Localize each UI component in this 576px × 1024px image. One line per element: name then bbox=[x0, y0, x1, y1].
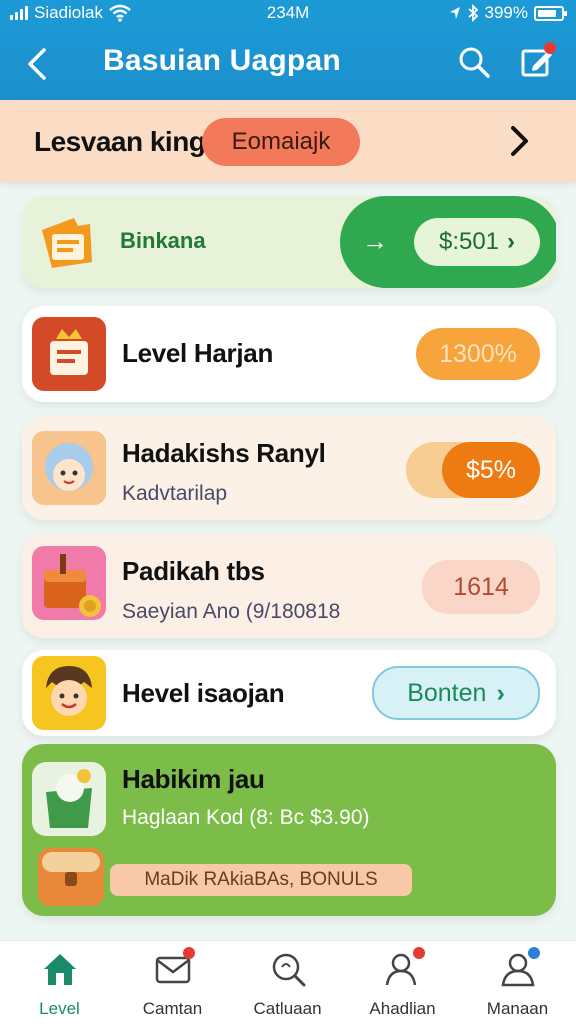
row-subtitle: Kadvtarilap bbox=[122, 482, 228, 505]
tab-label: Ahadlian bbox=[369, 999, 436, 1018]
row-title: Hevel isaojan bbox=[122, 678, 285, 708]
notification-dot bbox=[544, 42, 556, 54]
bottom-nav: Level Camtan Catluaan Ahadlian Manaan bbox=[0, 940, 576, 1024]
bluetooth-icon bbox=[467, 4, 478, 22]
search-icon[interactable] bbox=[456, 44, 492, 80]
tab-catluaan[interactable]: Catluaan bbox=[230, 949, 345, 1021]
battery-percent: 399% bbox=[484, 3, 528, 22]
tab-level[interactable]: Level bbox=[2, 949, 117, 1021]
promo-card[interactable]: Habikim jau Haglaan Kod (8: Bc $3.90) Ma… bbox=[22, 744, 556, 916]
promo-title: Habikim jau bbox=[122, 764, 265, 794]
status-bar: Siadiolak 234M 399% bbox=[0, 0, 576, 26]
edit-button[interactable] bbox=[518, 42, 558, 82]
list-item[interactable]: Hadakishs Ranyl Kadvtarilap $5% bbox=[22, 416, 556, 520]
character-icon bbox=[32, 431, 106, 505]
crown-box-icon bbox=[32, 317, 106, 391]
chevron-right-icon: › bbox=[496, 678, 505, 707]
notification-dot bbox=[182, 947, 195, 959]
chest-icon bbox=[38, 848, 104, 906]
row-title: Padikah tbs bbox=[122, 556, 265, 586]
row-title: Hadakishs Ranyl bbox=[122, 438, 326, 468]
chevron-right-icon: › bbox=[507, 228, 516, 255]
row-pill[interactable]: 1614 bbox=[422, 560, 540, 614]
tab-ahadlian[interactable]: Ahadlian bbox=[345, 947, 460, 1021]
bonus-label: Binkana bbox=[120, 228, 206, 253]
row-title: Level Harjan bbox=[122, 338, 274, 368]
list-item[interactable]: Hevel isaojan Bonten › bbox=[22, 650, 556, 736]
promo-subtitle: Haglaan Kod (8: Bc $3.90) bbox=[122, 806, 370, 829]
list-item[interactable]: Level Harjan 1300% bbox=[22, 306, 556, 402]
ticket-icon bbox=[42, 218, 92, 268]
banner-title: Lesvaan king bbox=[34, 126, 206, 157]
bonus-card[interactable]: Binkana → $:501 › bbox=[22, 196, 556, 288]
featured-banner[interactable]: Lesvaan king Eomaiajk bbox=[0, 100, 576, 182]
list-item[interactable]: Padikah tbs Saeyian Ano (9/180818 1614 bbox=[22, 534, 556, 638]
chevron-right-icon[interactable] bbox=[508, 124, 532, 158]
notification-dot bbox=[412, 947, 425, 959]
banner-pill[interactable]: Eomaiajk bbox=[202, 118, 360, 166]
avatar-icon bbox=[32, 656, 106, 730]
tab-manaan[interactable]: Manaan bbox=[460, 947, 575, 1021]
bonus-amount: $:501 bbox=[438, 228, 500, 255]
app-header: Siadiolak 234M 399% Basuian Uagpan bbox=[0, 0, 576, 100]
row-pill-button[interactable]: Bonten › bbox=[372, 666, 540, 720]
bonus-amount-button[interactable]: $:501 › bbox=[414, 218, 540, 266]
back-icon[interactable] bbox=[22, 44, 56, 84]
tab-label: Level bbox=[39, 999, 80, 1018]
treasure-box-icon bbox=[32, 546, 106, 620]
tab-camtan[interactable]: Camtan bbox=[115, 947, 230, 1021]
notification-dot bbox=[527, 947, 540, 959]
promo-tag[interactable]: MaDik RAkiaBAs, BONULS bbox=[110, 864, 412, 896]
tab-label: Catluaan bbox=[253, 999, 322, 1018]
row-pill[interactable]: 1300% bbox=[416, 328, 540, 380]
tab-label: Manaan bbox=[486, 999, 549, 1018]
search-icon bbox=[272, 953, 305, 987]
row-subtitle: Saeyian Ano (9/180818 bbox=[122, 600, 341, 623]
row-pill[interactable]: $5% bbox=[442, 442, 540, 498]
home-icon bbox=[43, 954, 76, 985]
battery-icon bbox=[534, 5, 567, 21]
row-pill-label: Bonten bbox=[407, 678, 487, 707]
location-icon bbox=[449, 7, 460, 19]
arrow-right-icon: → bbox=[362, 226, 388, 256]
page-title: Basuian Uagpan bbox=[103, 44, 341, 77]
gift-bag-icon bbox=[32, 762, 106, 836]
tab-label: Camtan bbox=[142, 999, 203, 1018]
